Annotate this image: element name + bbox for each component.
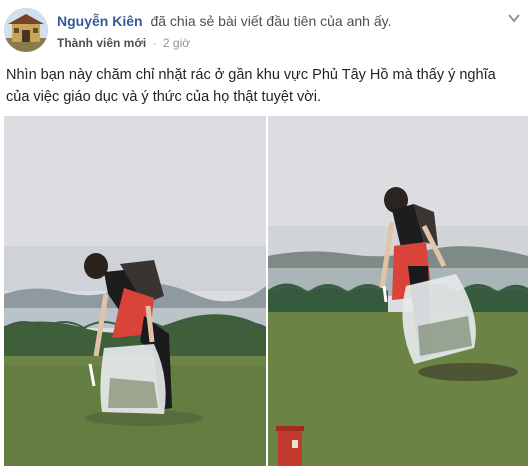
- post-timestamp[interactable]: 2 giờ: [163, 36, 190, 50]
- meta-separator: ·: [152, 36, 157, 50]
- post-photo-2[interactable]: [268, 116, 528, 466]
- post-action-text: đã chia sẻ bài viết đầu tiên của anh ấy.: [150, 13, 392, 29]
- author-line: Nguyễn Kiên đã chia sẻ bài viết đầu tiên…: [57, 13, 391, 29]
- new-member-badge: Thành viên mới: [57, 36, 147, 50]
- author-name-link[interactable]: Nguyễn Kiên: [57, 13, 143, 29]
- post-meta: Thành viên mới · 2 giờ: [57, 36, 190, 50]
- photo-grid: [4, 116, 528, 466]
- post-body-text: Nhìn bạn này chăm chỉ nhặt rác ở gần khu…: [6, 67, 496, 105]
- chevron-down-icon[interactable]: [506, 10, 522, 26]
- photo-2-image: [268, 116, 528, 466]
- post-photo-1[interactable]: [4, 116, 266, 466]
- temple-gate-avatar-image: [4, 8, 48, 52]
- author-avatar[interactable]: [4, 8, 48, 52]
- post-header: Nguyễn Kiên đã chia sẻ bài viết đầu tiên…: [4, 8, 524, 58]
- feed-post: Nguyễn Kiên đã chia sẻ bài viết đầu tiên…: [0, 0, 530, 466]
- photo-1-image: [4, 116, 266, 466]
